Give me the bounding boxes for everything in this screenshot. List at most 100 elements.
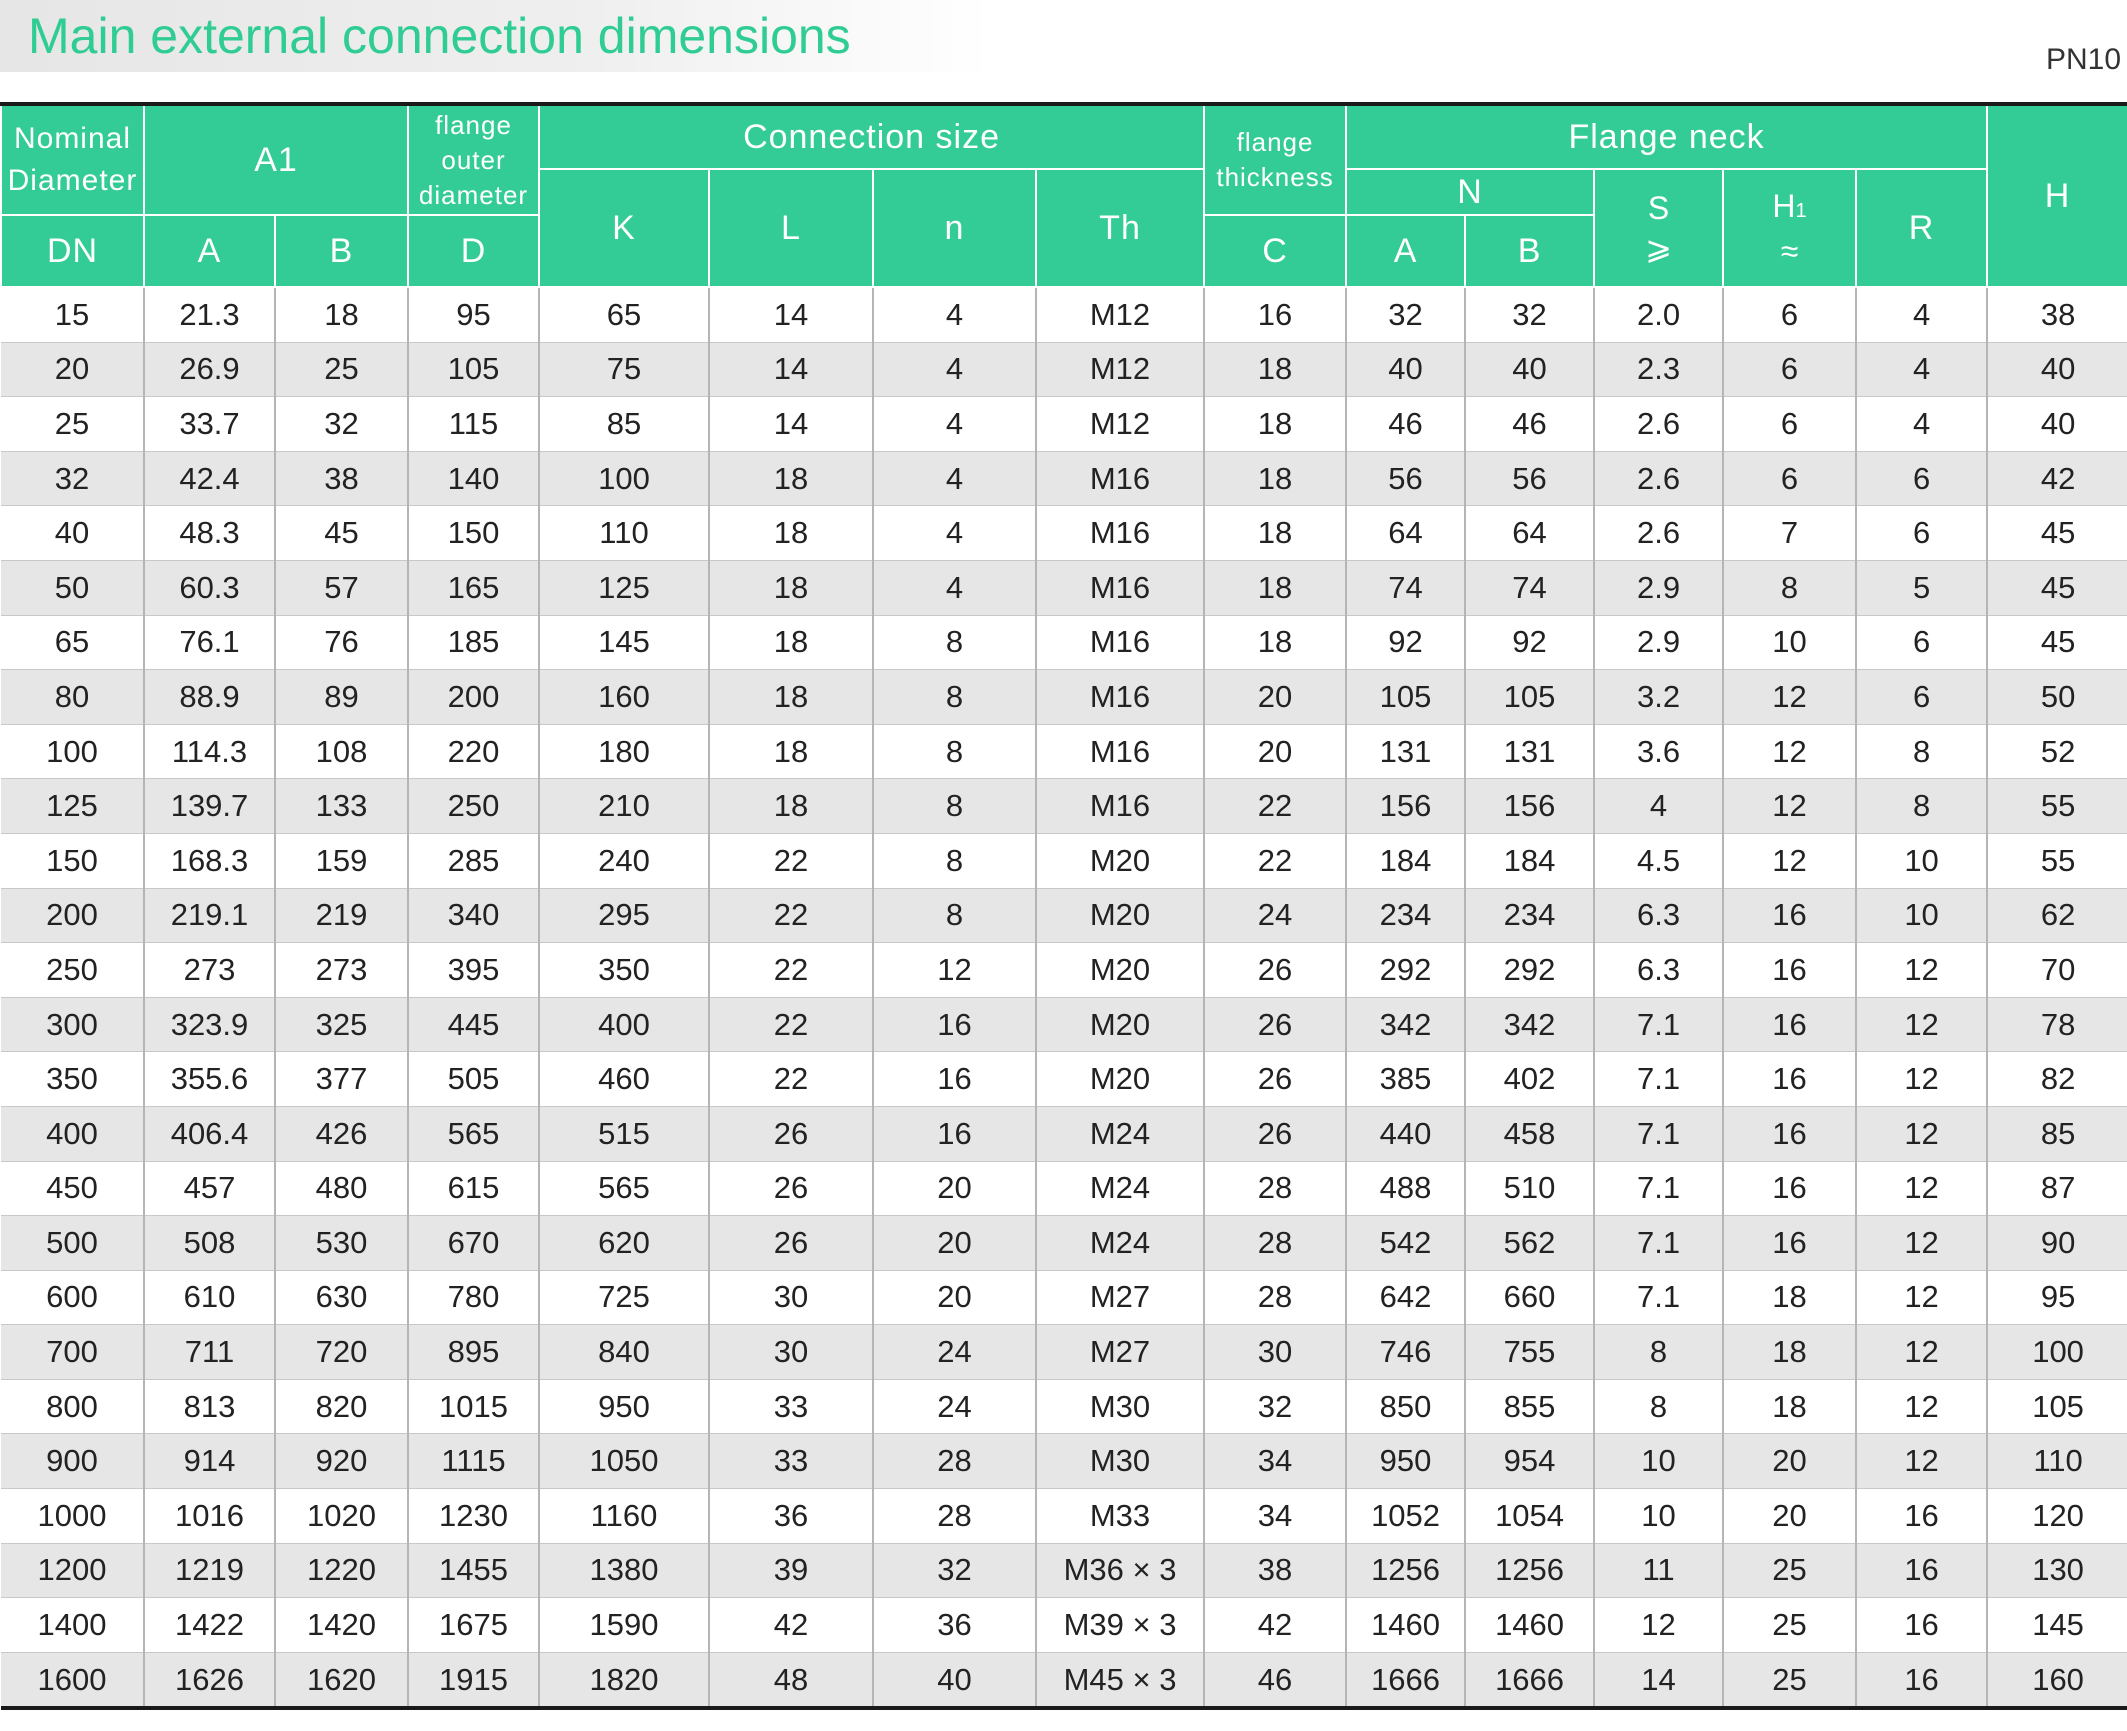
- table-cell: 3.6: [1593, 724, 1725, 780]
- table-cell: 40: [1, 505, 145, 561]
- table-cell: 500: [1, 1215, 145, 1271]
- table-row: 450 457 480 615 565 26 20 M24 28 488 510 7.1 16 12 87: [1, 1161, 2127, 1217]
- table-cell: 20: [1722, 1433, 1858, 1490]
- table-cell: 342: [1345, 997, 1467, 1053]
- table-cell: 2.3: [1593, 342, 1725, 398]
- table-cell: M24: [1034, 1106, 1206, 1162]
- table-cell: 10: [1855, 888, 1989, 944]
- table-cell: 12: [1855, 1270, 1989, 1326]
- table-cell: 65: [1, 615, 145, 671]
- table-cell: 6: [1855, 505, 1989, 561]
- table-cell: 12: [1855, 1161, 1989, 1217]
- table-cell: 920: [274, 1433, 409, 1490]
- table-row: 500 508 530 670 620 26 20 M24 28 542 562 7.1 16 12 90: [1, 1215, 2127, 1271]
- table-cell: 530: [274, 1215, 409, 1271]
- table-cell: 42: [708, 1597, 874, 1653]
- table-cell: 70: [1986, 942, 2127, 998]
- table-cell: M24: [1034, 1215, 1206, 1271]
- table-cell: 950: [1345, 1433, 1467, 1490]
- table-cell: 105: [1345, 669, 1467, 725]
- table-cell: 89: [274, 669, 409, 725]
- table-cell: 4: [1593, 778, 1725, 834]
- header-a1-b: B: [274, 214, 409, 288]
- table-row: 100 114.3 108 220 180 18 8 M16 20 131 131 3.6 12 8 52: [1, 724, 2127, 780]
- table-row: 800 813 820 1015 950 33 24 M30 32 850 855 8 18 12 105: [1, 1379, 2127, 1435]
- table-row: 1200 1219 1220 1455 1380 39 32 M36 × 3 38 1256 125…: [1, 1543, 2127, 1599]
- table-cell: M39 × 3: [1034, 1597, 1206, 1653]
- table-row: 25 33.7 32 115 85 14 4 M12 18 46 46 2.6 6 4 40: [1, 396, 2127, 452]
- table-cell: 323.9: [143, 997, 276, 1053]
- header-flange-outer-diameter: flange outer diameter: [407, 103, 540, 216]
- table-cell: 18: [708, 560, 874, 616]
- table-row: 350 355.6 377 505 460 22 16 M20 26 385 402 7.1 16 12 8…: [1, 1051, 2127, 1107]
- table-cell: 114.3: [143, 724, 276, 780]
- table-cell: 25: [274, 342, 409, 398]
- table-cell: 22: [1203, 833, 1348, 889]
- table-cell: 6: [1722, 342, 1858, 398]
- table-cell: 12: [1855, 942, 1989, 998]
- table-cell: 38: [274, 451, 409, 507]
- table-cell: 16: [1203, 287, 1348, 343]
- table-cell: 325: [274, 997, 409, 1053]
- table-cell: 55: [1986, 833, 2127, 889]
- table-cell: M36 × 3: [1034, 1543, 1206, 1599]
- table-cell: 12: [1855, 1324, 1989, 1380]
- table-cell: 300: [1, 997, 145, 1053]
- table-cell: 34: [1203, 1433, 1348, 1490]
- table-cell: 45: [1986, 615, 2127, 671]
- table-cell: 156: [1345, 778, 1467, 834]
- table-cell: M24: [1034, 1161, 1206, 1217]
- table-cell: 630: [274, 1270, 409, 1326]
- table-cell: 18: [1203, 396, 1348, 452]
- table-cell: 32: [1464, 287, 1596, 343]
- table-cell: M20: [1034, 833, 1206, 889]
- table-cell: 4: [1855, 342, 1989, 398]
- table-cell: 6: [1722, 287, 1858, 343]
- table-row: 900 914 920 1115 1050 33 28 M30 34 950 954 10 20 12 11…: [1, 1433, 2127, 1490]
- table-cell: 295: [538, 888, 710, 944]
- table-cell: 12: [1722, 724, 1858, 780]
- table-cell: 6: [1855, 669, 1989, 725]
- table-cell: 488: [1345, 1161, 1467, 1217]
- table-cell: 24: [1203, 888, 1348, 944]
- table-cell: 200: [407, 669, 540, 725]
- table-cell: M16: [1034, 778, 1206, 834]
- table-cell: 2.6: [1593, 505, 1725, 561]
- table-cell: 60.3: [143, 560, 276, 616]
- table-cell: 1626: [143, 1652, 276, 1709]
- header-r: R: [1855, 168, 1989, 288]
- table-cell: 22: [708, 942, 874, 998]
- header-h1-subscript: 1: [1795, 199, 1807, 222]
- table-cell: 10: [1593, 1488, 1725, 1544]
- table-cell: 1666: [1464, 1652, 1596, 1709]
- table-cell: 90: [1986, 1215, 2127, 1271]
- table-cell: 16: [1722, 997, 1858, 1053]
- table-cell: 18: [1203, 615, 1348, 671]
- table-cell: 600: [1, 1270, 145, 1326]
- table-cell: 11: [1593, 1543, 1725, 1599]
- table-row: 65 76.1 76 185 145 18 8 M16 18 92 92 2.9 10 6 45: [1, 615, 2127, 671]
- table-cell: 62: [1986, 888, 2127, 944]
- table-cell: 4: [872, 560, 1037, 616]
- table-cell: 855: [1464, 1379, 1596, 1435]
- table-cell: 131: [1464, 724, 1596, 780]
- table-cell: 458: [1464, 1106, 1596, 1162]
- table-cell: 16: [1722, 1215, 1858, 1271]
- table-cell: 20: [872, 1215, 1037, 1271]
- table-cell: 160: [538, 669, 710, 725]
- table-cell: M20: [1034, 1051, 1206, 1107]
- table-cell: 50: [1, 560, 145, 616]
- table-cell: 4: [872, 342, 1037, 398]
- table-cell: 26: [1203, 1106, 1348, 1162]
- table-cell: 10: [1722, 615, 1858, 671]
- table-cell: 165: [407, 560, 540, 616]
- table-cell: 8: [1722, 560, 1858, 616]
- table-cell: M20: [1034, 888, 1206, 944]
- table-cell: M12: [1034, 287, 1206, 343]
- table-cell: 342: [1464, 997, 1596, 1053]
- table-cell: 125: [538, 560, 710, 616]
- table-cell: 15: [1, 287, 145, 343]
- table-cell: 10: [1593, 1433, 1725, 1490]
- table-cell: 16: [1722, 1106, 1858, 1162]
- table-cell: 56: [1345, 451, 1467, 507]
